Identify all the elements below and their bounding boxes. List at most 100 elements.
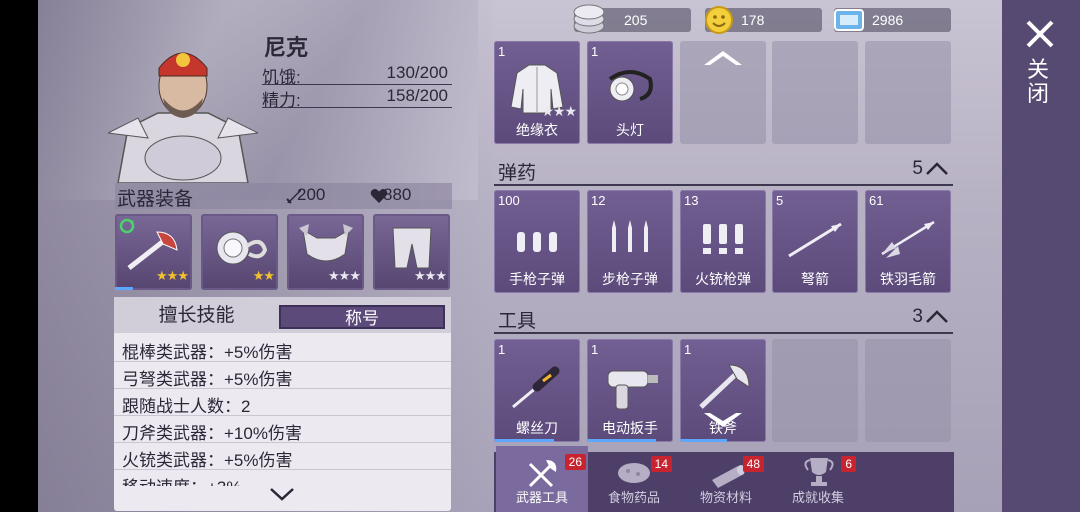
empty-slot[interactable] [680,41,766,144]
energy-value: 158/200 [386,86,448,105]
skill-text: 棍棒类武器：+5%伤害 [122,343,293,362]
item-name: 螺丝刀 [516,420,558,436]
energy-row: 精力: 158/200 [262,85,452,110]
tab-title[interactable]: 称号 [279,305,445,329]
ticket-icon [834,9,864,31]
tool-durability [680,439,728,442]
equipped-item[interactable]: 1 ★★★ 绝缘衣 [494,41,580,144]
chevron-up-icon[interactable] [925,162,949,176]
chevron-up-icon[interactable] [702,47,744,69]
tab-badge: 48 [742,456,764,472]
item-count: 61 [869,193,884,208]
item-count: 13 [684,193,699,208]
item-name: 头灯 [616,122,644,138]
slot-stars: ★★★ [156,268,189,283]
shotgun-shell-icon [703,224,743,254]
ammo-item[interactable]: 12 步枪子弹 [587,190,673,293]
skill-row: 跟随战士人数：2 [114,389,451,416]
attack-value: 200 [297,185,326,204]
skill-panel: 擅长技能 称号 棍棒类武器：+5%伤害 弓弩类武器：+5%伤害 跟随战士人数：2… [114,297,451,511]
ammo-section-header[interactable]: 弹药 5 [494,156,953,186]
hunger-row: 饥饿: 130/200 [262,62,452,87]
gold-value: 178 [741,12,765,28]
equip-slot-head[interactable]: ★★ [201,214,278,290]
tool-durability [587,439,656,442]
equip-slot-weapon[interactable]: ★★★ [115,214,192,290]
tool-item[interactable]: 1 螺丝刀 [494,339,580,442]
item-stars: ★★★ [541,103,577,119]
tab-food-medicine[interactable]: 14 食物药品 [588,452,680,512]
crossbow-bolt-icon [788,222,842,258]
item-count: 1 [591,44,599,59]
item-name: 电动扳手 [602,420,658,436]
coins-counter: 205 [573,4,691,34]
item-name: 火铳枪弹 [695,271,751,287]
tool-item[interactable]: 1 铁斧 [680,339,766,442]
pistol-bullet-icon [517,232,557,252]
bottom-tab-bar: 26 武器工具 14 食物药品 48 物资材料 6 成就收集 [494,446,954,512]
character-portrait [108,52,258,183]
skill-row: 火铳类武器：+5%伤害 [114,443,451,470]
empty-slot[interactable] [772,41,858,144]
item-count: 5 [776,193,784,208]
ammo-item[interactable]: 100 手枪子弹 [494,190,580,293]
equip-slot-legs[interactable]: ★★★ [373,214,450,290]
skill-text: 火铳类武器：+5%伤害 [122,451,293,470]
tab-skills[interactable]: 擅长技能 [114,297,279,333]
game-screen: 尼克 饥饿: 130/200 精力: 158/200 武器装备 200 880 … [38,0,1080,512]
headlamp-icon [216,231,267,265]
item-count: 1 [498,44,506,59]
equipped-item[interactable]: 1 头灯 [587,41,673,144]
headlamp-icon [608,70,653,102]
slot-stars: ★★★ [414,268,447,283]
item-name: 手枪子弹 [509,271,565,287]
tab-label: 物资材料 [699,490,752,505]
tools-section-header[interactable]: 工具 3 [494,304,953,334]
item-name: 弩箭 [801,271,829,287]
tab-badge: 6 [841,456,856,472]
chevron-up-icon[interactable] [925,310,949,324]
skill-row: 刀斧类武器：+10%伤害 [114,416,451,443]
coins-value: 205 [624,12,648,28]
ammo-item[interactable]: 61 铁羽毛箭 [865,190,951,293]
empty-slot[interactable] [772,339,858,442]
item-name: 绝缘衣 [516,122,558,138]
equip-slot-body[interactable]: ★★★ [287,214,364,290]
tab-label: 食物药品 [607,490,660,505]
hunger-value: 130/200 [386,63,448,82]
rifle-bullet-icon [612,220,648,252]
smiley-coin-icon [705,6,733,34]
slot-stars: ★★★ [328,268,361,283]
skill-tabs: 擅长技能 称号 [114,297,451,333]
character-name: 尼克 [264,35,309,60]
ammo-item[interactable]: 5 弩箭 [772,190,858,293]
tab-weapon-tools[interactable]: 26 武器工具 [496,446,588,512]
skill-row: 移动速度：+3% [114,470,451,486]
close-sidebar[interactable]: 关闭 [1002,0,1080,512]
materials-icon [712,465,745,488]
close-icon[interactable] [1022,16,1058,52]
power-wrench-icon [607,370,658,410]
skill-text: 刀斧类武器：+10%伤害 [122,424,302,443]
skill-row: 弓弩类武器：+5%伤害 [114,362,451,389]
empty-slot[interactable] [865,41,951,144]
tab-materials[interactable]: 48 物资材料 [680,452,772,512]
weapon-tool-icon [528,460,557,488]
item-count: 1 [591,342,599,357]
slot-stars: ★★ [252,268,275,283]
health-value: 880 [383,185,412,204]
skill-text: 弓弩类武器：+5%伤害 [122,370,293,389]
close-label[interactable]: 关闭 [1026,58,1050,106]
item-count: 100 [498,193,520,208]
tools-title: 工具 [498,311,537,332]
ammo-item[interactable]: 13 火铳枪弹 [680,190,766,293]
item-count: 1 [684,342,692,357]
empty-slot[interactable] [865,339,951,442]
chevron-down-icon[interactable] [268,485,296,503]
item-name: 步枪子弹 [602,271,658,287]
tab-achievements[interactable]: 6 成就收集 [772,452,864,512]
energy-label: 精力: [262,91,301,110]
armor-vest-icon [299,224,353,262]
tool-item[interactable]: 1 电动扳手 [587,339,673,442]
tickets-value: 2986 [872,12,904,28]
